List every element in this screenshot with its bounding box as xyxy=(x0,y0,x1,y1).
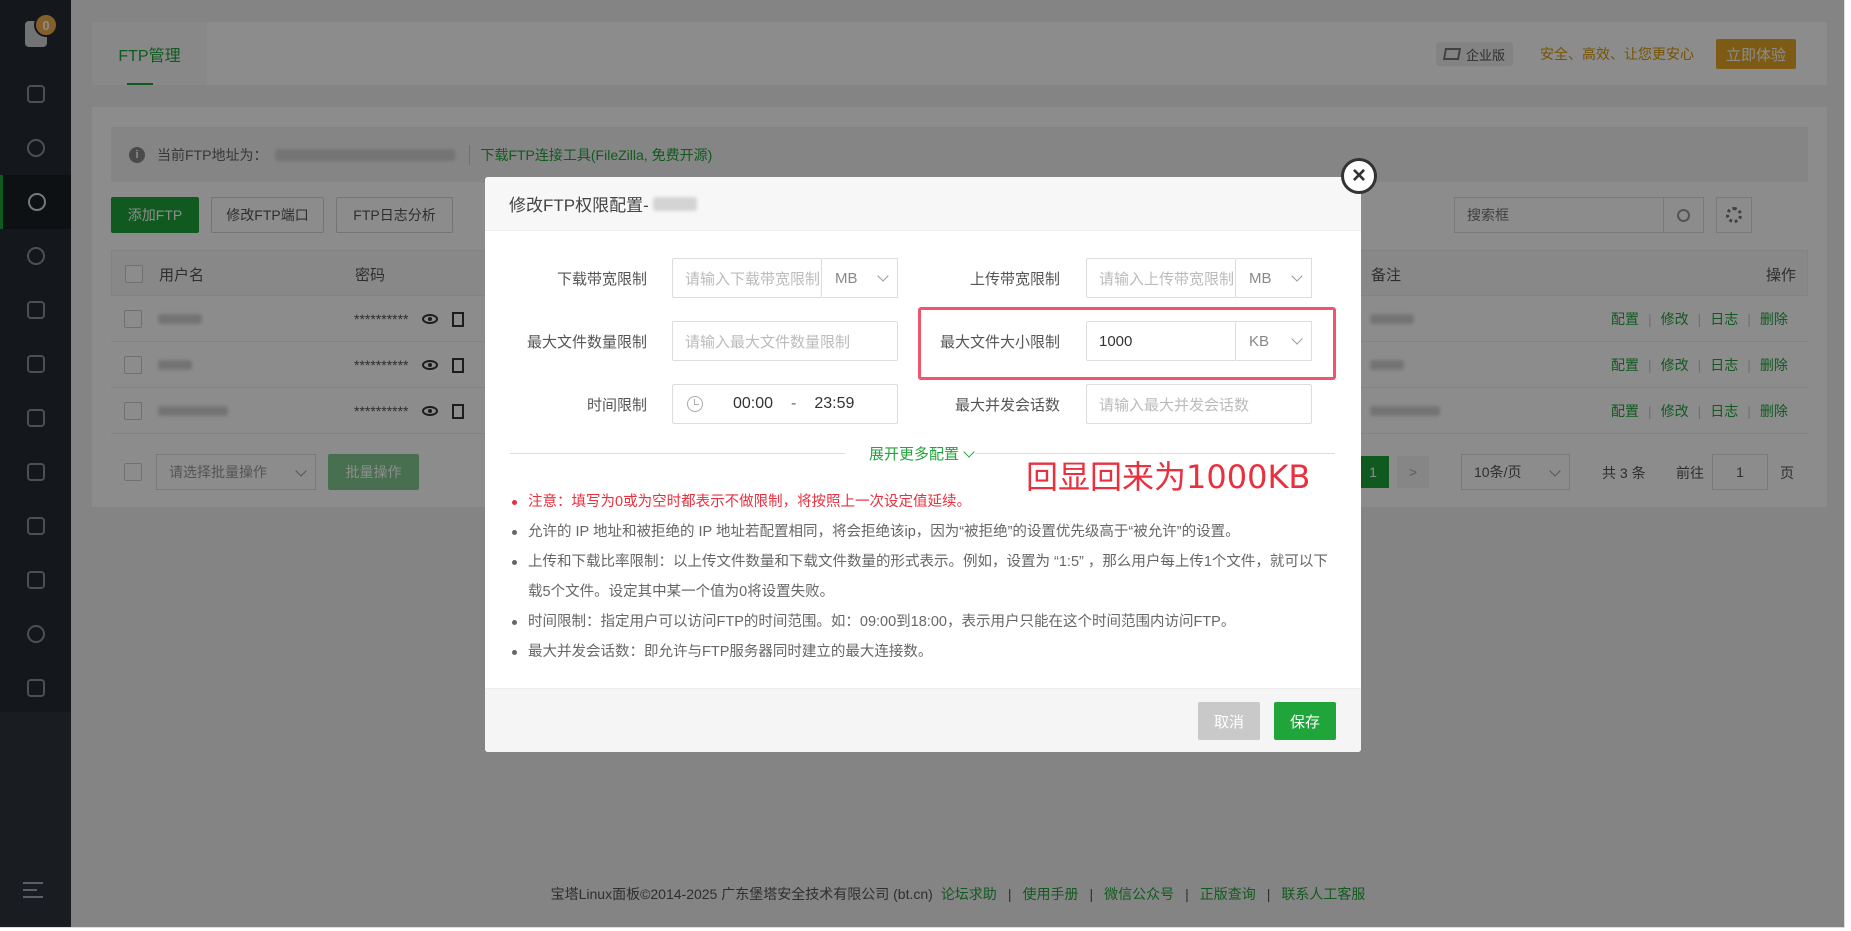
chevron-down-icon xyxy=(1291,270,1303,282)
note-item: 允许的 IP 地址和被拒绝的 IP 地址若配置相同，将会拒绝该ip，因为“被拒绝… xyxy=(510,517,1340,547)
upload-unit-select[interactable]: MB xyxy=(1236,258,1312,298)
app-frame: 0 FTP管理 企业版 安全、高效、让您更安心 立即体验 i 当前FTP地址为： xyxy=(0,0,1845,928)
chevron-down-icon xyxy=(963,445,975,458)
label-max-files: 最大文件数量限制 xyxy=(526,333,647,351)
close-icon: × xyxy=(1351,162,1366,189)
note-item: 最大并发会话数：即允许与FTP服务器同时建立的最大连接数。 xyxy=(510,637,1340,667)
max-sessions-input[interactable]: 请输入最大并发会话数 xyxy=(1086,384,1312,424)
download-bandwidth-input[interactable]: 请输入下载带宽限制 xyxy=(672,258,822,298)
label-download-bandwidth: 下载带宽限制 xyxy=(556,270,647,288)
note-item: 上传和下载比率限制：以上传文件数量和下载文件数量的形式表示。例如，设置为 “1:… xyxy=(510,547,1340,607)
label-upload-bandwidth: 上传带宽限制 xyxy=(969,270,1060,288)
upload-bandwidth-input[interactable]: 请输入上传带宽限制 xyxy=(1086,258,1236,298)
clock-icon xyxy=(687,396,703,412)
dialog-header: 修改FTP权限配置- xyxy=(485,177,1361,231)
label-max-sessions: 最大并发会话数 xyxy=(954,396,1060,414)
max-files-input[interactable]: 请输入最大文件数量限制 xyxy=(672,321,898,361)
divider-left xyxy=(510,453,845,454)
chevron-down-icon xyxy=(877,270,889,282)
time-range-picker[interactable]: 00:00 - 23:59 xyxy=(672,384,898,424)
expand-more-config[interactable]: 展开更多配置 xyxy=(869,443,975,464)
cancel-button[interactable]: 取消 xyxy=(1198,702,1260,740)
dialog-title-redacted xyxy=(652,196,697,211)
help-notes: 注意：填写为0或为空时都表示不做限制，将按照上一次设定值延续。 允许的 IP 地… xyxy=(510,487,1340,667)
note-warning: 注意：填写为0或为空时都表示不做限制，将按照上一次设定值延续。 xyxy=(510,487,1340,517)
save-button[interactable]: 保存 xyxy=(1274,702,1336,740)
time-start[interactable]: 00:00 xyxy=(733,395,773,413)
dialog-title: 修改FTP权限配置- xyxy=(509,196,649,215)
note-item: 时间限制：指定用户可以访问FTP的时间范围。如：09:00到18:00，表示用户… xyxy=(510,607,1340,637)
highlight-box xyxy=(918,307,1336,380)
time-separator: - xyxy=(791,395,797,412)
download-unit-select[interactable]: MB xyxy=(822,258,898,298)
close-dialog-button[interactable]: × xyxy=(1341,158,1377,194)
label-time-limit: 时间限制 xyxy=(586,396,647,414)
time-end[interactable]: 23:59 xyxy=(814,395,854,413)
dialog-footer: 取消 保存 xyxy=(485,688,1361,752)
